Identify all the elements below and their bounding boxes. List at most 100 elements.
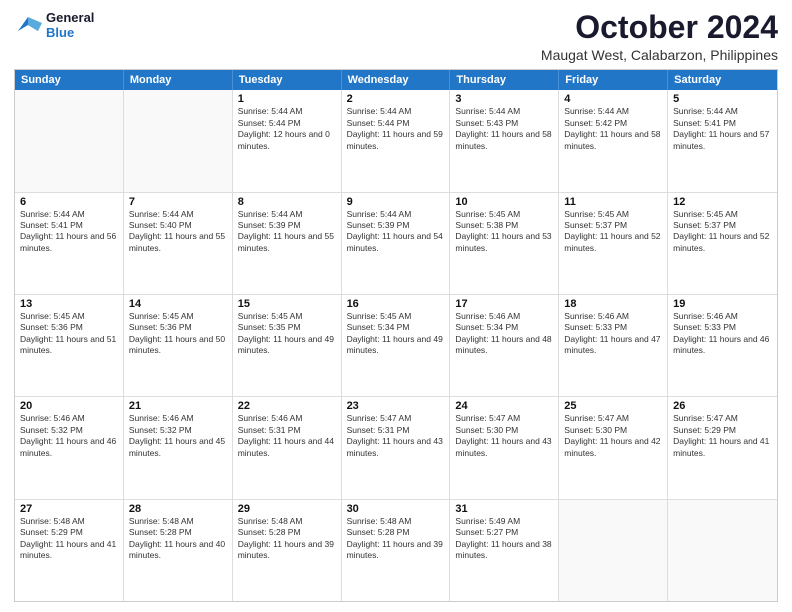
- calendar-cell: 22Sunrise: 5:46 AM Sunset: 5:31 PM Dayli…: [233, 397, 342, 498]
- calendar-cell: 3Sunrise: 5:44 AM Sunset: 5:43 PM Daylig…: [450, 90, 559, 191]
- day-number: 25: [564, 400, 662, 412]
- header: General Blue October 2024 Maugat West, C…: [14, 10, 778, 63]
- calendar-header-cell: Friday: [559, 70, 668, 90]
- page: General Blue October 2024 Maugat West, C…: [0, 0, 792, 612]
- calendar-cell: 27Sunrise: 5:48 AM Sunset: 5:29 PM Dayli…: [15, 500, 124, 601]
- calendar-cell: 26Sunrise: 5:47 AM Sunset: 5:29 PM Dayli…: [668, 397, 777, 498]
- calendar-cell: [124, 90, 233, 191]
- cell-content: Sunrise: 5:45 AM Sunset: 5:36 PM Dayligh…: [129, 311, 227, 357]
- calendar-cell: [668, 500, 777, 601]
- calendar-header-cell: Monday: [124, 70, 233, 90]
- cell-content: Sunrise: 5:44 AM Sunset: 5:42 PM Dayligh…: [564, 106, 662, 152]
- cell-content: Sunrise: 5:45 AM Sunset: 5:36 PM Dayligh…: [20, 311, 118, 357]
- cell-content: Sunrise: 5:46 AM Sunset: 5:33 PM Dayligh…: [564, 311, 662, 357]
- calendar-header-cell: Saturday: [668, 70, 777, 90]
- day-number: 28: [129, 503, 227, 515]
- calendar-cell: 4Sunrise: 5:44 AM Sunset: 5:42 PM Daylig…: [559, 90, 668, 191]
- calendar-cell: 11Sunrise: 5:45 AM Sunset: 5:37 PM Dayli…: [559, 193, 668, 294]
- calendar-cell: 23Sunrise: 5:47 AM Sunset: 5:31 PM Dayli…: [342, 397, 451, 498]
- cell-content: Sunrise: 5:44 AM Sunset: 5:41 PM Dayligh…: [20, 209, 118, 255]
- cell-content: Sunrise: 5:45 AM Sunset: 5:34 PM Dayligh…: [347, 311, 445, 357]
- day-number: 13: [20, 298, 118, 310]
- cell-content: Sunrise: 5:46 AM Sunset: 5:32 PM Dayligh…: [129, 413, 227, 459]
- calendar-header-cell: Sunday: [15, 70, 124, 90]
- cell-content: Sunrise: 5:44 AM Sunset: 5:44 PM Dayligh…: [238, 106, 336, 152]
- cell-content: Sunrise: 5:48 AM Sunset: 5:28 PM Dayligh…: [347, 516, 445, 562]
- cell-content: Sunrise: 5:45 AM Sunset: 5:37 PM Dayligh…: [673, 209, 772, 255]
- day-number: 22: [238, 400, 336, 412]
- cell-content: Sunrise: 5:44 AM Sunset: 5:40 PM Dayligh…: [129, 209, 227, 255]
- day-number: 15: [238, 298, 336, 310]
- subtitle: Maugat West, Calabarzon, Philippines: [541, 47, 778, 63]
- calendar-cell: 30Sunrise: 5:48 AM Sunset: 5:28 PM Dayli…: [342, 500, 451, 601]
- cell-content: Sunrise: 5:45 AM Sunset: 5:37 PM Dayligh…: [564, 209, 662, 255]
- cell-content: Sunrise: 5:46 AM Sunset: 5:31 PM Dayligh…: [238, 413, 336, 459]
- cell-content: Sunrise: 5:45 AM Sunset: 5:38 PM Dayligh…: [455, 209, 553, 255]
- calendar-cell: 29Sunrise: 5:48 AM Sunset: 5:28 PM Dayli…: [233, 500, 342, 601]
- calendar-cell: 9Sunrise: 5:44 AM Sunset: 5:39 PM Daylig…: [342, 193, 451, 294]
- day-number: 16: [347, 298, 445, 310]
- calendar-cell: 31Sunrise: 5:49 AM Sunset: 5:27 PM Dayli…: [450, 500, 559, 601]
- day-number: 12: [673, 196, 772, 208]
- cell-content: Sunrise: 5:44 AM Sunset: 5:44 PM Dayligh…: [347, 106, 445, 152]
- cell-content: Sunrise: 5:44 AM Sunset: 5:41 PM Dayligh…: [673, 106, 772, 152]
- day-number: 26: [673, 400, 772, 412]
- calendar-week-row: 6Sunrise: 5:44 AM Sunset: 5:41 PM Daylig…: [15, 193, 777, 295]
- calendar-cell: 20Sunrise: 5:46 AM Sunset: 5:32 PM Dayli…: [15, 397, 124, 498]
- calendar-week-row: 1Sunrise: 5:44 AM Sunset: 5:44 PM Daylig…: [15, 90, 777, 192]
- calendar-cell: 15Sunrise: 5:45 AM Sunset: 5:35 PM Dayli…: [233, 295, 342, 396]
- calendar-cell: 28Sunrise: 5:48 AM Sunset: 5:28 PM Dayli…: [124, 500, 233, 601]
- calendar-header-cell: Tuesday: [233, 70, 342, 90]
- day-number: 29: [238, 503, 336, 515]
- day-number: 19: [673, 298, 772, 310]
- day-number: 1: [238, 93, 336, 105]
- calendar-cell: 12Sunrise: 5:45 AM Sunset: 5:37 PM Dayli…: [668, 193, 777, 294]
- cell-content: Sunrise: 5:48 AM Sunset: 5:28 PM Dayligh…: [129, 516, 227, 562]
- calendar-header: SundayMondayTuesdayWednesdayThursdayFrid…: [15, 70, 777, 90]
- cell-content: Sunrise: 5:45 AM Sunset: 5:35 PM Dayligh…: [238, 311, 336, 357]
- calendar-cell: 1Sunrise: 5:44 AM Sunset: 5:44 PM Daylig…: [233, 90, 342, 191]
- calendar-cell: 14Sunrise: 5:45 AM Sunset: 5:36 PM Dayli…: [124, 295, 233, 396]
- cell-content: Sunrise: 5:47 AM Sunset: 5:30 PM Dayligh…: [564, 413, 662, 459]
- calendar-cell: 21Sunrise: 5:46 AM Sunset: 5:32 PM Dayli…: [124, 397, 233, 498]
- calendar-cell: 10Sunrise: 5:45 AM Sunset: 5:38 PM Dayli…: [450, 193, 559, 294]
- day-number: 21: [129, 400, 227, 412]
- calendar-cell: 16Sunrise: 5:45 AM Sunset: 5:34 PM Dayli…: [342, 295, 451, 396]
- calendar-cell: [559, 500, 668, 601]
- calendar-body: 1Sunrise: 5:44 AM Sunset: 5:44 PM Daylig…: [15, 90, 777, 601]
- calendar-header-cell: Wednesday: [342, 70, 451, 90]
- logo-text: General Blue: [46, 10, 94, 40]
- day-number: 18: [564, 298, 662, 310]
- calendar-cell: 18Sunrise: 5:46 AM Sunset: 5:33 PM Dayli…: [559, 295, 668, 396]
- day-number: 23: [347, 400, 445, 412]
- day-number: 30: [347, 503, 445, 515]
- day-number: 3: [455, 93, 553, 105]
- main-title: October 2024: [541, 10, 778, 45]
- day-number: 27: [20, 503, 118, 515]
- day-number: 8: [238, 196, 336, 208]
- calendar-week-row: 20Sunrise: 5:46 AM Sunset: 5:32 PM Dayli…: [15, 397, 777, 499]
- calendar-cell: 25Sunrise: 5:47 AM Sunset: 5:30 PM Dayli…: [559, 397, 668, 498]
- day-number: 5: [673, 93, 772, 105]
- day-number: 14: [129, 298, 227, 310]
- day-number: 9: [347, 196, 445, 208]
- cell-content: Sunrise: 5:47 AM Sunset: 5:29 PM Dayligh…: [673, 413, 772, 459]
- day-number: 20: [20, 400, 118, 412]
- cell-content: Sunrise: 5:49 AM Sunset: 5:27 PM Dayligh…: [455, 516, 553, 562]
- calendar-cell: 24Sunrise: 5:47 AM Sunset: 5:30 PM Dayli…: [450, 397, 559, 498]
- calendar-cell: 6Sunrise: 5:44 AM Sunset: 5:41 PM Daylig…: [15, 193, 124, 294]
- day-number: 17: [455, 298, 553, 310]
- title-block: October 2024 Maugat West, Calabarzon, Ph…: [541, 10, 778, 63]
- calendar-cell: 7Sunrise: 5:44 AM Sunset: 5:40 PM Daylig…: [124, 193, 233, 294]
- calendar-header-cell: Thursday: [450, 70, 559, 90]
- calendar-cell: 2Sunrise: 5:44 AM Sunset: 5:44 PM Daylig…: [342, 90, 451, 191]
- cell-content: Sunrise: 5:48 AM Sunset: 5:29 PM Dayligh…: [20, 516, 118, 562]
- day-number: 4: [564, 93, 662, 105]
- cell-content: Sunrise: 5:44 AM Sunset: 5:39 PM Dayligh…: [347, 209, 445, 255]
- day-number: 2: [347, 93, 445, 105]
- calendar-week-row: 13Sunrise: 5:45 AM Sunset: 5:36 PM Dayli…: [15, 295, 777, 397]
- cell-content: Sunrise: 5:44 AM Sunset: 5:43 PM Dayligh…: [455, 106, 553, 152]
- cell-content: Sunrise: 5:46 AM Sunset: 5:34 PM Dayligh…: [455, 311, 553, 357]
- cell-content: Sunrise: 5:47 AM Sunset: 5:30 PM Dayligh…: [455, 413, 553, 459]
- cell-content: Sunrise: 5:46 AM Sunset: 5:32 PM Dayligh…: [20, 413, 118, 459]
